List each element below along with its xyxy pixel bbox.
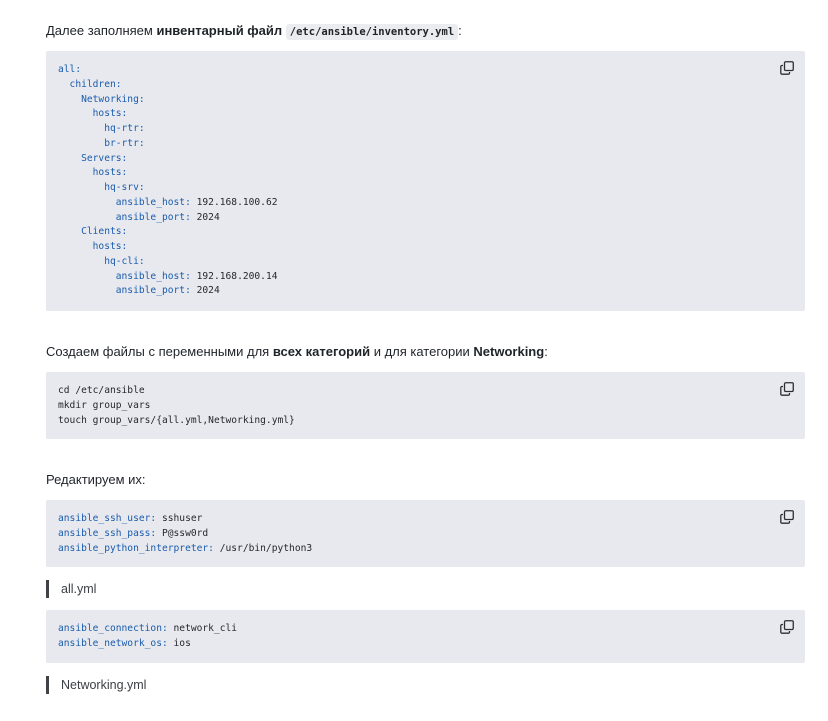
inventory-intro-bold: инвентарный файл — [156, 23, 283, 38]
networking-yml-caption: Networking.yml — [46, 676, 146, 694]
code-line: hosts: — [58, 241, 128, 252]
code-line: ansible_connection: network_cli — [58, 623, 237, 634]
code-key: children: — [58, 78, 122, 90]
code-line: children: — [58, 79, 122, 90]
code-key: hosts: — [58, 167, 128, 179]
code-value: network_cli — [167, 623, 238, 634]
code-key: br-rtr: — [58, 137, 145, 149]
inventory-intro: Далее заполняем инвентарный файл /etc/an… — [46, 22, 462, 41]
code-value: sshuser — [156, 513, 203, 524]
code-line: Servers: — [58, 153, 127, 164]
code-key: ansible_connection: — [58, 623, 168, 634]
code-key: hq-cli: — [58, 255, 145, 267]
code-line: ansible_host: 192.168.200.14 — [58, 271, 278, 282]
inventory-code-block: all: children: Networking: hosts: hq-rtr… — [46, 51, 805, 311]
code-value: 192.168.200.14 — [190, 270, 278, 282]
inventory-code[interactable]: all: children: Networking: hosts: hq-rtr… — [58, 63, 793, 299]
code-line: Clients: — [58, 226, 127, 237]
code-key: ansible_port: — [58, 211, 191, 223]
code-line: hq-srv: — [58, 182, 145, 193]
command-line: touch group_vars/{all.yml,Networking.yml… — [58, 414, 295, 426]
code-key: ansible_network_os: — [58, 637, 168, 649]
inventory-intro-prefix: Далее заполняем — [46, 23, 157, 38]
copy-networking-yml-button[interactable] — [780, 620, 794, 634]
copy-icon — [780, 510, 794, 524]
code-line: ansible_port: 2024 — [58, 212, 220, 223]
code-key: ansible_host: — [58, 270, 191, 282]
code-value: P@ssw0rd — [156, 527, 209, 539]
code-key: Clients: — [58, 226, 128, 238]
code-line: hosts: — [58, 108, 128, 120]
code-key: Servers: — [58, 152, 128, 164]
group-vars-intro: Создаем файлы с переменными для всех кат… — [46, 343, 548, 361]
group-vars-intro-prefix: Создаем файлы с переменными для — [46, 344, 273, 359]
code-line: ansible_network_os: ios — [58, 638, 191, 649]
code-key: hosts: — [58, 241, 128, 252]
commands-code-block: cd /etc/ansible mkdir group_vars touch g… — [46, 372, 805, 439]
code-key: ansible_ssh_user: — [58, 513, 157, 524]
command-line: mkdir group_vars — [58, 399, 151, 411]
code-line: hosts: — [58, 167, 128, 179]
code-key: ansible_python_interpreter: — [58, 542, 214, 554]
code-line: ansible_host: 192.168.100.62 — [58, 197, 278, 208]
code-line: br-rtr: — [58, 137, 145, 149]
code-key: ansible_host: — [58, 196, 191, 208]
group-vars-intro-suffix: : — [544, 344, 548, 359]
code-key: ansible_ssh_pass: — [58, 527, 157, 539]
all-yml-code[interactable]: ansible_ssh_user: sshuser ansible_ssh_pa… — [58, 512, 793, 556]
code-line: ansible_ssh_pass: P@ssw0rd — [58, 528, 208, 539]
networking-yml-code[interactable]: ansible_connection: network_cli ansible_… — [58, 622, 793, 652]
copy-icon — [780, 61, 794, 75]
code-key: hosts: — [58, 108, 128, 120]
inventory-path-code: /etc/ansible/inventory.yml — [285, 24, 459, 40]
edit-intro: Редактируем их: — [46, 472, 146, 487]
code-line: Networking: — [58, 94, 145, 105]
code-value: /usr/bin/python3 — [213, 542, 313, 554]
code-line: all: — [58, 64, 81, 75]
group-vars-intro-bold1: всех категорий — [272, 344, 371, 359]
code-value: 2024 — [190, 285, 220, 297]
copy-icon — [780, 382, 794, 396]
code-value: 192.168.100.62 — [190, 196, 278, 208]
copy-commands-button[interactable] — [780, 382, 794, 396]
group-vars-intro-middle: и для категории — [370, 344, 474, 359]
code-line: hq-rtr: — [58, 123, 145, 134]
code-key: ansible_port: — [58, 285, 191, 297]
commands-code[interactable]: cd /etc/ansible mkdir group_vars touch g… — [58, 384, 793, 428]
copy-icon — [780, 620, 794, 634]
command-line: cd /etc/ansible — [58, 385, 145, 396]
group-vars-intro-bold2: Networking — [473, 344, 545, 359]
inventory-intro-suffix: : — [458, 23, 462, 38]
code-line: ansible_ssh_user: sshuser — [58, 513, 202, 524]
code-value: ios — [167, 637, 191, 649]
copy-all-yml-button[interactable] — [780, 510, 794, 524]
code-value: 2024 — [190, 211, 220, 223]
code-key: hq-rtr: — [58, 123, 145, 134]
code-key: Networking: — [58, 93, 145, 105]
networking-yml-code-block: ansible_connection: network_cli ansible_… — [46, 610, 805, 663]
copy-inventory-button[interactable] — [780, 61, 794, 75]
code-key: hq-srv: — [58, 182, 145, 193]
code-line: ansible_python_interpreter: /usr/bin/pyt… — [58, 543, 312, 554]
code-line: hq-cli: — [58, 255, 145, 267]
code-key: all: — [58, 64, 82, 75]
all-yml-code-block: ansible_ssh_user: sshuser ansible_ssh_pa… — [46, 500, 805, 567]
code-line: ansible_port: 2024 — [58, 285, 220, 296]
all-yml-caption: all.yml — [46, 580, 96, 598]
